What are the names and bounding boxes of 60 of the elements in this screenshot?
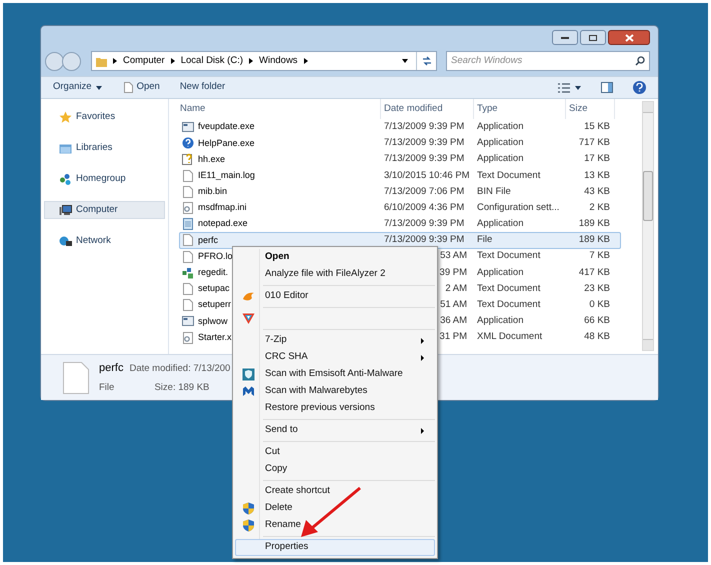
size-text: 189 KB (578, 234, 610, 246)
type-text: Text Document (477, 250, 540, 262)
file-name: mib.bin (198, 185, 228, 198)
size-text: 189 KB (578, 218, 610, 230)
file-name: IE11_main.log (198, 168, 255, 182)
date-text: 39 PM (440, 266, 467, 280)
type-text: Application (477, 153, 524, 164)
size-text: 7 KB (589, 250, 610, 262)
size-text: 43 KB (584, 186, 610, 197)
date-text: 7/13/2009 7:06 PM (384, 184, 464, 199)
file-name: splwow (198, 314, 228, 328)
file-name: notepad.exe (198, 217, 248, 230)
date-text: 53 AM (440, 249, 467, 264)
type-text: XML Document (477, 331, 542, 342)
file-name: PFRO.lo (198, 250, 233, 263)
date-text: 36 AM (440, 314, 467, 328)
size-text: 48 KB (584, 331, 610, 342)
type-text: File (477, 234, 492, 246)
date-text: 51 AM (440, 298, 467, 312)
date-text: 31 PM (440, 330, 467, 344)
size-text: 66 KB (584, 315, 610, 326)
file-type-text: File (99, 380, 116, 395)
type-text: Application (477, 266, 524, 278)
date-text: 3/10/2015 10:46 PM (384, 168, 470, 183)
file-name: regedit. (198, 266, 228, 280)
date-text: 7/13/2009 9:39 PM (384, 120, 464, 134)
date-text: 7/13/2009 9:39 PM (384, 152, 464, 166)
date-text: 2 AM (445, 282, 467, 296)
file-name: msdfmap.ini (198, 201, 247, 214)
type-text: Text Document (477, 170, 540, 181)
type-text: Application (477, 218, 524, 230)
date-modified-text: Date modified: 7/13/200 (129, 362, 230, 376)
size-text: 13 KB (584, 170, 610, 181)
size-text: 0 KB (589, 299, 610, 310)
type-text: Configuration sett... (477, 202, 560, 213)
file-name: fveupdate.exe (198, 120, 255, 134)
size-text: 2 KB (589, 202, 610, 213)
type-text: Application (477, 120, 524, 132)
size-text: 717 KB (578, 137, 610, 148)
size-text: 417 KB (578, 266, 610, 278)
file-name: HelpPane.exe (198, 136, 255, 150)
type-text: Text Document (477, 299, 540, 310)
date-text: 7/13/2009 9:39 PM (384, 136, 464, 150)
type-text: Application (477, 137, 524, 148)
file-name: Starter.x (198, 330, 232, 344)
size-text: 15 KB (584, 120, 610, 132)
file-name: hh.exe (198, 152, 226, 166)
file-name: perfc (99, 361, 124, 376)
type-text: Application (477, 315, 524, 326)
type-text: Text Document (477, 282, 540, 294)
date-text: 7/13/2009 9:39 PM (384, 217, 464, 232)
size-text: 17 KB (584, 153, 610, 164)
file-name: setupac (198, 282, 230, 296)
file-name: perfc (198, 234, 218, 247)
size-text: 23 KB (584, 282, 610, 294)
date-text: 6/10/2009 4:36 PM (384, 200, 464, 215)
date-text: 7/13/2009 9:39 PM (384, 233, 464, 248)
size-text: Size: 189 KB (153, 380, 210, 395)
file-name: setuperr (198, 298, 232, 312)
type-text: BIN File (477, 186, 511, 197)
